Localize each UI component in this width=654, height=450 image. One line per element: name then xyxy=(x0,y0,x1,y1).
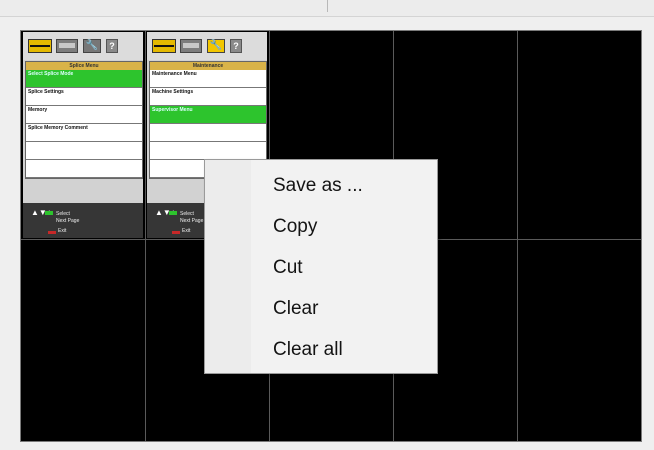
menu-item-splice-settings[interactable]: Splice Settings xyxy=(26,88,142,106)
splice-mode-icon[interactable] xyxy=(152,39,176,53)
panel-toolbar: 🔧 ? xyxy=(23,32,143,60)
menu-item-select-splice-mode[interactable]: Select Splice Mode xyxy=(26,70,142,88)
context-menu-copy[interactable]: Copy xyxy=(251,207,436,247)
splice-menu: Splice Menu Select Splice Mode Splice Se… xyxy=(25,61,143,179)
menu-item-empty[interactable] xyxy=(26,142,142,160)
wrench-icon[interactable]: 🔧 xyxy=(83,39,101,53)
enter-key-icon xyxy=(169,211,177,215)
menu-item-memory[interactable]: Memory xyxy=(26,106,142,124)
help-select-label: Select xyxy=(180,211,194,217)
context-menu-icon-gutter xyxy=(205,160,251,373)
exit-key-icon xyxy=(48,231,56,234)
top-bar xyxy=(0,0,654,17)
context-menu-save-as[interactable]: Save as ... xyxy=(251,166,436,206)
help-next-page-label: Next Page xyxy=(56,218,80,224)
key-help-area: ▲▼+ Select Next Page Exit xyxy=(23,203,143,238)
machine-icon[interactable] xyxy=(56,39,78,53)
help-next-page-label: Next Page xyxy=(180,218,204,224)
menu-item-splice-memory-comment[interactable]: Splice Memory Comment xyxy=(26,124,142,142)
machine-icon[interactable] xyxy=(180,39,202,53)
menu-item-machine-settings[interactable]: Machine Settings xyxy=(150,88,266,106)
help-select-label: Select xyxy=(56,211,70,217)
context-menu-clear-all[interactable]: Clear all xyxy=(251,330,436,370)
help-icon[interactable]: ? xyxy=(106,39,118,53)
grid-divider xyxy=(517,31,518,441)
menu-item-supervisor-menu[interactable]: Supervisor Menu xyxy=(150,106,266,124)
menu-item-empty[interactable] xyxy=(26,160,142,178)
help-exit-label: Exit xyxy=(58,228,67,234)
wrench-icon[interactable]: 🔧 xyxy=(207,39,225,53)
menu-title: Splice Menu xyxy=(26,62,142,70)
splice-mode-icon[interactable] xyxy=(28,39,52,53)
context-menu-clear[interactable]: Clear xyxy=(251,289,436,329)
context-menu: Save as ... Copy Cut Clear Clear all xyxy=(204,159,438,374)
context-menu-cut[interactable]: Cut xyxy=(251,248,436,288)
splice-menu-panel[interactable]: 🔧 ? Splice Menu Select Splice Mode Splic… xyxy=(23,32,143,238)
panel-toolbar: 🔧 ? xyxy=(147,32,267,60)
help-exit-label: Exit xyxy=(182,228,191,234)
enter-key-icon xyxy=(45,211,53,215)
help-icon[interactable]: ? xyxy=(230,39,242,53)
menu-item-empty[interactable] xyxy=(150,124,266,142)
exit-key-icon xyxy=(172,231,180,234)
top-bar-divider xyxy=(327,0,328,12)
menu-title: Maintenance xyxy=(150,62,266,70)
menu-item-empty[interactable] xyxy=(150,142,266,160)
menu-item-maintenance-menu[interactable]: Maintenance Menu xyxy=(150,70,266,88)
grid-divider xyxy=(145,31,146,441)
